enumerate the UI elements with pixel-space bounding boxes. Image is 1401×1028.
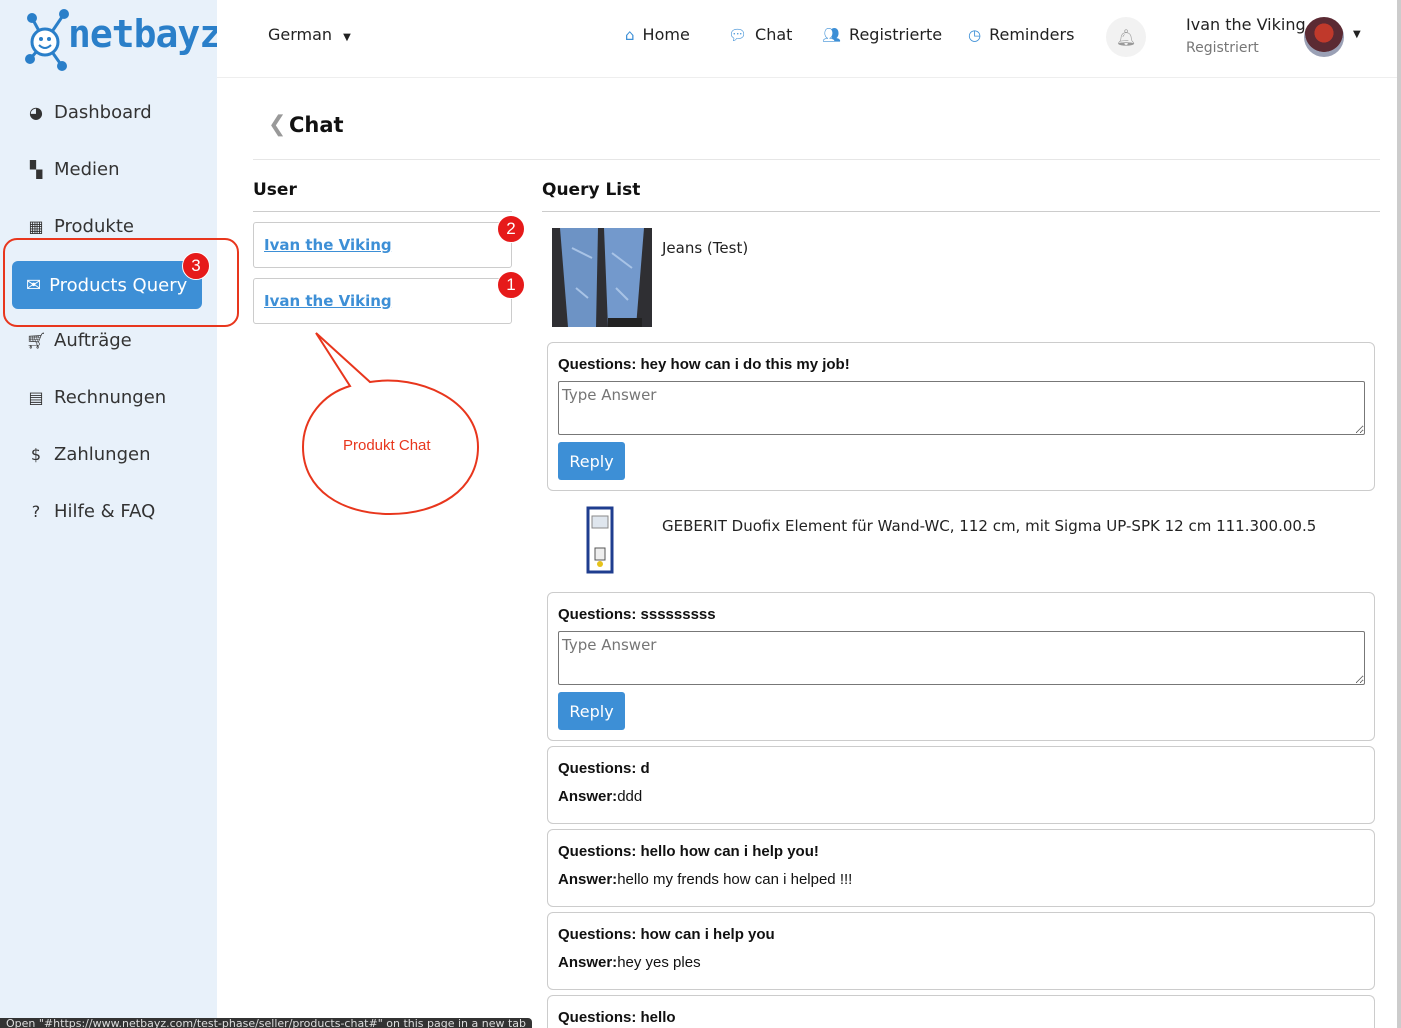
reply-button[interactable]: Reply xyxy=(558,692,625,730)
annotation-text: Produkt Chat xyxy=(343,437,431,454)
sidebar-item-produkte[interactable]: ▦ Produkte xyxy=(26,216,134,237)
user-name: Ivan the Viking xyxy=(1186,15,1306,34)
nav-label: Reminders xyxy=(989,25,1075,44)
jeans-image xyxy=(552,228,652,327)
answer-textarea[interactable] xyxy=(558,631,1365,685)
file-icon: ▤ xyxy=(28,388,44,407)
browser-status-bar: Open "#https://www.netbayz.com/test-phas… xyxy=(0,1018,532,1028)
envelope-icon: ✉ xyxy=(26,274,42,296)
cart-icon: 🛒︎ xyxy=(26,331,47,350)
nav-reminders[interactable]: ◷ Reminders xyxy=(968,25,1074,44)
top-navbar: German ▼ ⌂ Home 💬︎ Chat 👥︎ Registrierte … xyxy=(217,0,1397,78)
sidebar-item-label: Dashboard xyxy=(54,102,152,123)
product-name: GEBERIT Duofix Element für Wand-WC, 112 … xyxy=(662,517,1317,535)
sidebar-item-auftraege[interactable]: 🛒︎ Aufträge xyxy=(26,330,132,351)
back-chevron-icon[interactable]: ❮ xyxy=(268,112,286,137)
comments-icon: 💬︎ xyxy=(728,25,748,44)
user-column-title: User xyxy=(253,180,297,200)
dashboard-icon: ◕ xyxy=(29,103,43,122)
sidebar-item-label: Medien xyxy=(54,159,120,180)
notifications-bell-icon[interactable]: 🔔︎ xyxy=(1106,17,1146,57)
grid-icon: ▦ xyxy=(28,217,44,236)
language-label: German xyxy=(268,25,333,44)
query-card: Questions: how can i help you Answer:hey… xyxy=(547,912,1375,990)
annotation-speech-bubble xyxy=(301,332,480,516)
nav-home[interactable]: ⌂ Home xyxy=(625,25,690,44)
home-icon: ⌂ xyxy=(625,25,635,44)
sidebar-item-label: Zahlungen xyxy=(54,444,151,465)
products-query-badge: 3 xyxy=(182,252,210,280)
sidebar-item-products-query[interactable]: ✉ Products Query xyxy=(12,261,202,309)
sidebar-item-label: Produkte xyxy=(54,216,134,237)
sidebar-item-medien[interactable]: ▚ Medien xyxy=(26,159,120,180)
brand-name: netbayz xyxy=(68,12,222,56)
divider xyxy=(253,159,1380,160)
nav-label: Registrierte xyxy=(849,25,943,44)
clock-icon: ◷ xyxy=(968,25,982,44)
user-list-item[interactable]: Ivan the Viking xyxy=(253,222,512,268)
user-list-item[interactable]: Ivan the Viking xyxy=(253,278,512,324)
users-icon: 👥︎ xyxy=(822,25,842,44)
sidebar-item-zahlungen[interactable]: $ Zahlungen xyxy=(26,444,151,465)
nav-label: Chat xyxy=(755,25,793,44)
dollar-icon: $ xyxy=(30,445,42,464)
query-card: Questions: d Answer:ddd xyxy=(547,746,1375,824)
chevron-down-icon: ▼ xyxy=(343,32,351,43)
language-dropdown[interactable]: German ▼ xyxy=(268,25,351,44)
question-text: Questions: hello xyxy=(558,1009,676,1026)
nav-registrierte[interactable]: 👥︎ Registrierte xyxy=(822,25,942,44)
query-card: Questions: hello xyxy=(547,995,1375,1028)
question-text: Questions: hello how can i help you! xyxy=(558,843,819,860)
user-badge: 1 xyxy=(497,271,525,299)
sidebar-item-dashboard[interactable]: ◕ Dashboard xyxy=(26,102,152,123)
reply-button[interactable]: Reply xyxy=(558,442,625,480)
answer-text: Answer:ddd xyxy=(558,788,643,805)
query-card: Questions: hey how can i do this my job!… xyxy=(547,342,1375,491)
user-link[interactable]: Ivan the Viking xyxy=(264,292,392,310)
question-text: Questions: hey how can i do this my job! xyxy=(558,356,850,373)
answer-text: Answer:hey yes ples xyxy=(558,954,701,971)
question-text: Questions: how can i help you xyxy=(558,926,775,943)
user-role: Registriert xyxy=(1186,40,1259,56)
answer-textarea[interactable] xyxy=(558,381,1365,435)
page-title: Chat xyxy=(289,113,344,137)
avatar[interactable] xyxy=(1304,17,1344,57)
user-menu-caret-icon[interactable]: ▼ xyxy=(1353,29,1361,40)
user-badge: 2 xyxy=(497,215,525,243)
scrollbar[interactable] xyxy=(1397,0,1401,1028)
netbayz-logo[interactable]: netbayz xyxy=(24,4,222,74)
query-card: Questions: sssssssss Reply xyxy=(547,592,1375,741)
product-thumbnail xyxy=(562,502,638,578)
user-link[interactable]: Ivan the Viking xyxy=(264,236,392,254)
nav-label: Home xyxy=(642,25,690,44)
divider xyxy=(253,211,512,212)
sidebar-item-hilfe-faq[interactable]: ? Hilfe & FAQ xyxy=(26,501,156,522)
product-name: Jeans (Test) xyxy=(662,239,749,257)
geberit-image xyxy=(562,502,638,578)
question-text: Questions: d xyxy=(558,760,650,777)
divider xyxy=(542,211,1380,212)
map-icon: ▚ xyxy=(29,160,43,179)
sidebar-item-label: Aufträge xyxy=(54,330,132,351)
sidebar-item-label: Hilfe & FAQ xyxy=(54,501,156,522)
sidebar: netbayz ◕ Dashboard ▚ Medien ▦ Produkte … xyxy=(0,0,239,1028)
product-thumbnail xyxy=(552,228,652,327)
query-list-title: Query List xyxy=(542,180,641,200)
nav-chat[interactable]: 💬︎ Chat xyxy=(728,25,792,44)
question-text: Questions: sssssssss xyxy=(558,606,716,623)
question-icon: ? xyxy=(31,502,41,521)
sidebar-item-rechnungen[interactable]: ▤ Rechnungen xyxy=(26,387,166,408)
sidebar-item-label: Rechnungen xyxy=(54,387,167,408)
query-card: Questions: hello how can i help you! Ans… xyxy=(547,829,1375,907)
answer-text: Answer:hello my frends how can i helped … xyxy=(558,871,853,888)
sidebar-item-label: Products Query xyxy=(49,274,188,296)
